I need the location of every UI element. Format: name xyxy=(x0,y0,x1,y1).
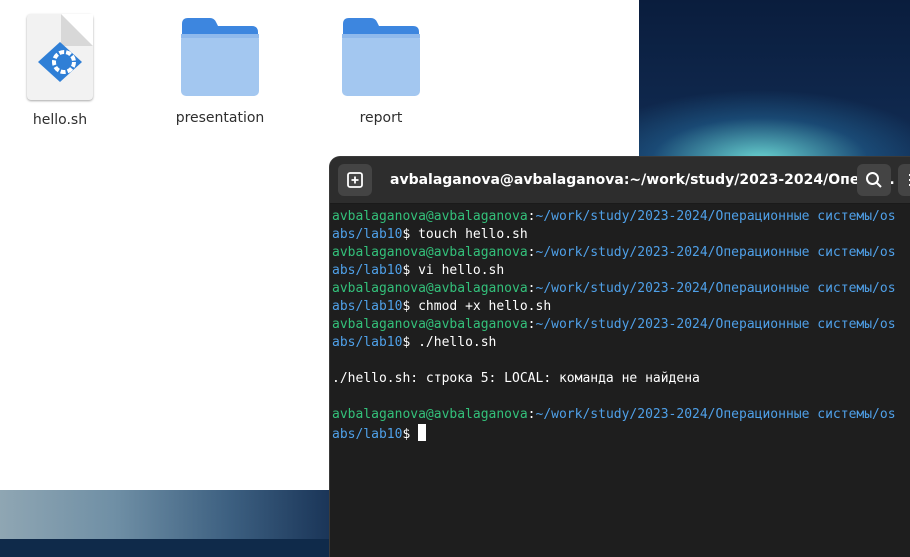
search-icon xyxy=(866,172,882,188)
menu-icon xyxy=(909,174,910,186)
file-item-presentation[interactable]: presentation xyxy=(160,14,280,126)
menu-button[interactable] xyxy=(898,164,910,196)
terminal-title: avbalaganova@avbalaganova:~/work/study/2… xyxy=(390,172,895,188)
shell-script-icon xyxy=(27,14,93,100)
error-output: ./hello.sh: строка 5: LOCAL: команда не … xyxy=(332,371,700,386)
text-cursor xyxy=(418,424,427,441)
prompt-line: avbalaganova@avbalaganova:~/work/study/2… xyxy=(332,209,896,242)
desktop-wallpaper-strip xyxy=(0,490,330,539)
file-item-report[interactable]: report xyxy=(321,14,441,126)
file-item-hello-sh[interactable]: hello.sh xyxy=(0,14,120,128)
terminal-titlebar[interactable]: avbalaganova@avbalaganova:~/work/study/2… xyxy=(330,157,910,204)
prompt-line: avbalaganova@avbalaganova:~/work/study/2… xyxy=(332,317,896,350)
prompt-line: avbalaganova@avbalaganova:~/work/study/2… xyxy=(332,245,896,278)
file-name: report xyxy=(359,110,403,126)
new-tab-icon xyxy=(347,172,363,188)
prompt-line: avbalaganova@avbalaganova:~/work/study/2… xyxy=(332,407,896,442)
new-tab-button[interactable] xyxy=(338,164,372,196)
folder-icon xyxy=(180,14,260,98)
terminal-output[interactable]: avbalaganova@avbalaganova:~/work/study/2… xyxy=(330,204,910,448)
prompt-line: avbalaganova@avbalaganova:~/work/study/2… xyxy=(332,281,896,314)
file-name: presentation xyxy=(175,110,265,126)
search-button[interactable] xyxy=(857,164,891,196)
terminal-window[interactable]: avbalaganova@avbalaganova:~/work/study/2… xyxy=(330,157,910,557)
folder-icon xyxy=(341,14,421,98)
file-name: hello.sh xyxy=(32,112,88,128)
